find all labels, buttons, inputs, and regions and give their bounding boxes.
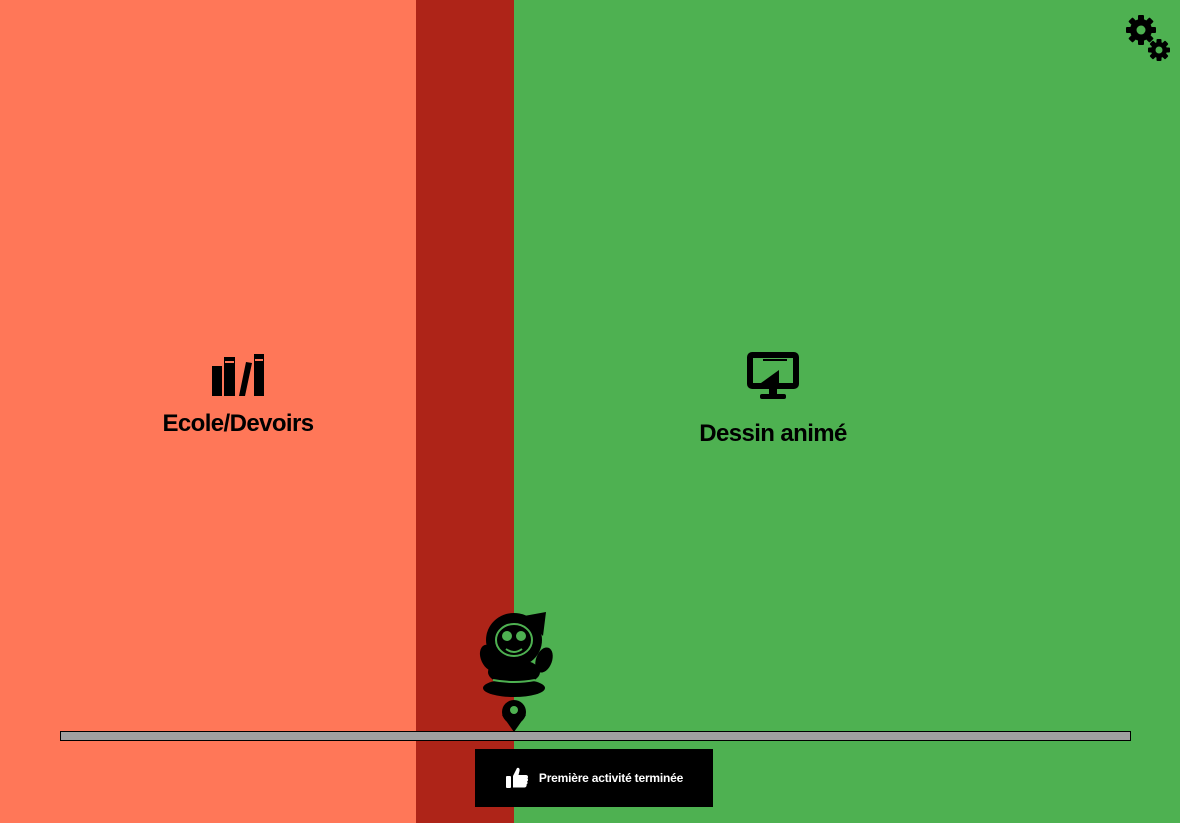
activity-screen: Ecole/Devoirs Dessin animé Première acti…: [0, 0, 1180, 823]
activity-school[interactable]: Ecole/Devoirs: [0, 352, 476, 438]
thumbs-up-icon: [505, 767, 528, 788]
activity-label: Ecole/Devoirs: [162, 410, 315, 437]
status-banner: Première activité terminée: [475, 749, 713, 807]
settings-button[interactable]: [1124, 12, 1172, 64]
books-icon: [212, 354, 264, 396]
activity-cartoon[interactable]: Dessin animé: [514, 350, 1032, 448]
gears-icon: [1126, 15, 1170, 61]
astronaut-icon: [479, 612, 553, 732]
timeline-track[interactable]: [60, 731, 1131, 741]
monitor-icon: [747, 352, 799, 399]
progress-marker[interactable]: [476, 610, 556, 734]
activity-label: Dessin animé: [699, 420, 847, 447]
status-text: Première activité terminée: [538, 771, 684, 785]
